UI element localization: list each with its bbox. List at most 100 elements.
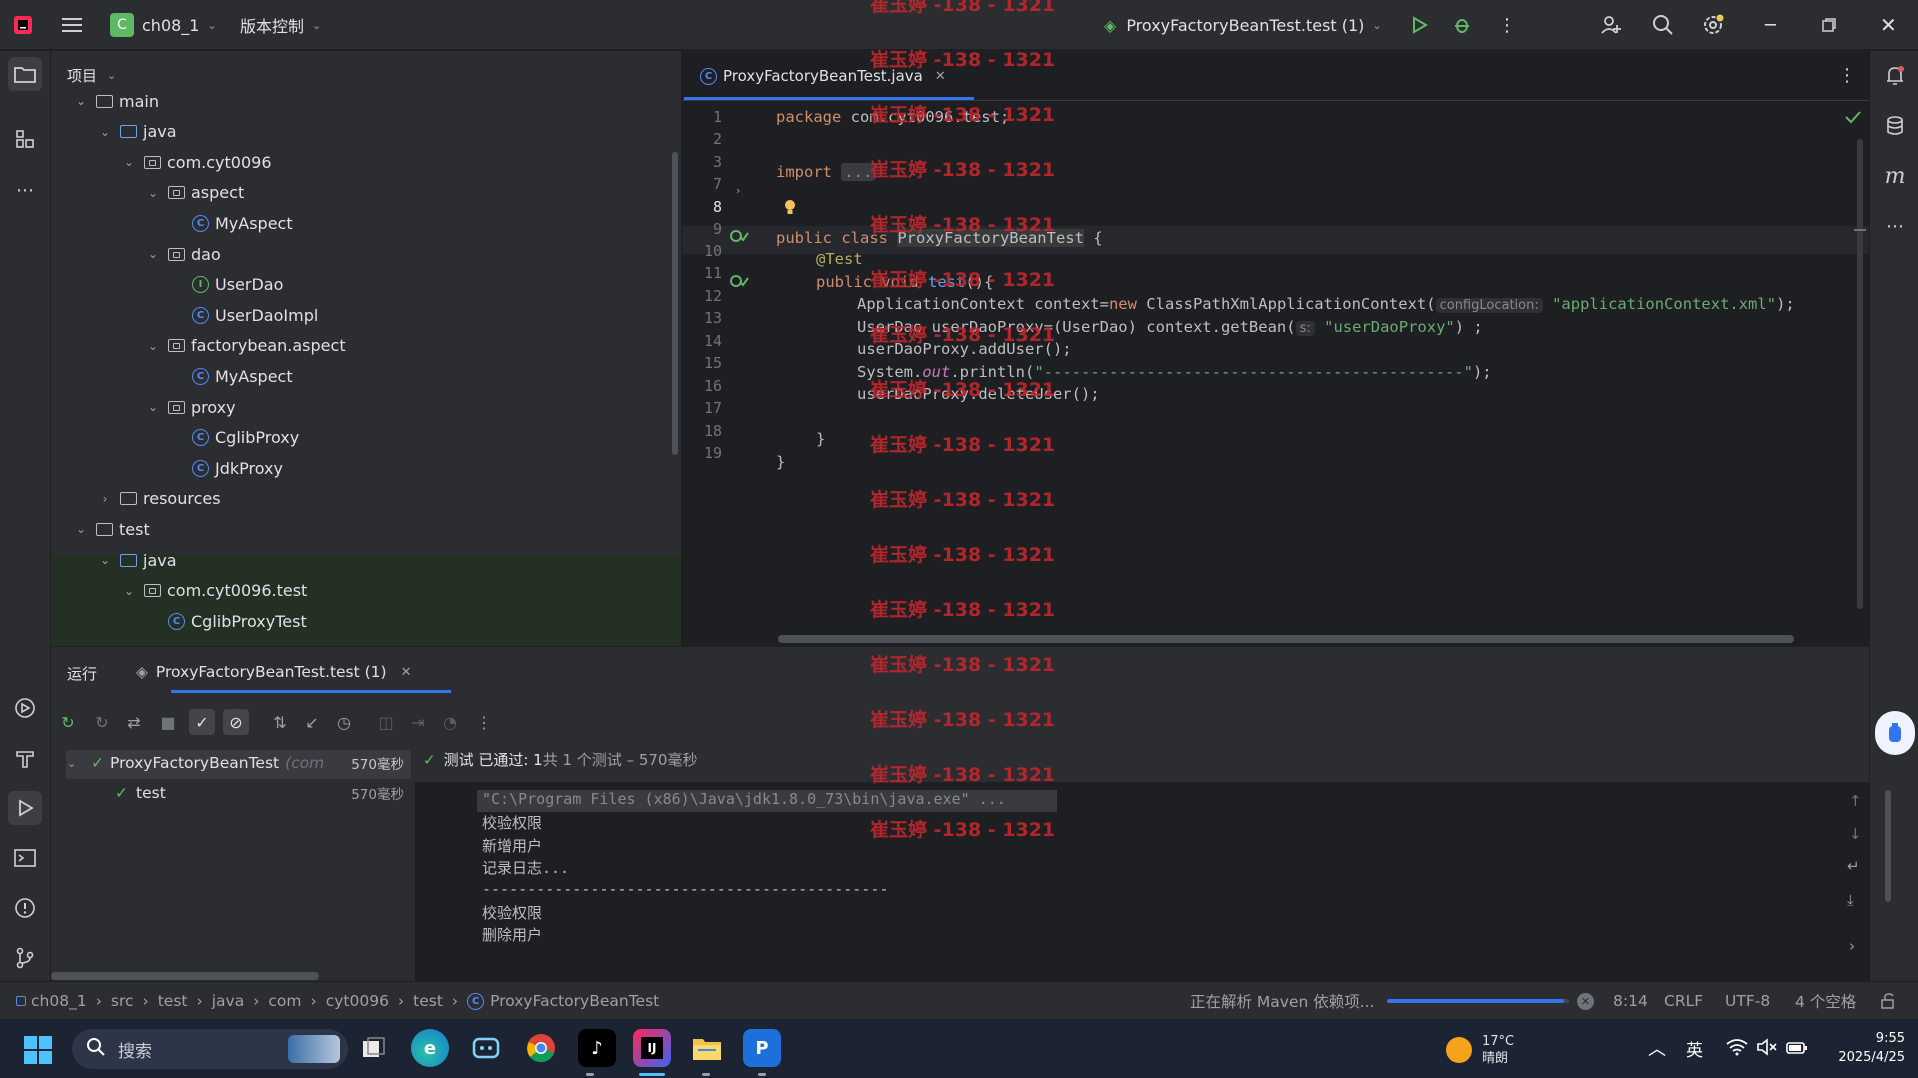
- tree-item[interactable]: ⌄ aspect: [146, 178, 244, 208]
- scroll-up-icon[interactable]: ↑: [1849, 792, 1862, 810]
- services-tool-icon[interactable]: [8, 691, 42, 725]
- sort-alpha-icon[interactable]: ⇅: [267, 709, 293, 735]
- code-line-14[interactable]: System.out.println("--------------------…: [857, 363, 1492, 381]
- tree-item[interactable]: ⌄ main: [74, 86, 159, 116]
- wifi-icon[interactable]: [1726, 1038, 1748, 1060]
- weather-widget[interactable]: 17°C 晴朗: [1446, 1033, 1514, 1067]
- chevron-down-icon[interactable]: ⌄: [146, 339, 160, 353]
- terminal-tool-icon[interactable]: [8, 841, 42, 875]
- database-tool-icon[interactable]: [1878, 109, 1912, 143]
- more-actions-icon[interactable]: ⋮: [471, 709, 497, 735]
- show-hidden-icons-chevron-icon[interactable]: ︿: [1648, 1035, 1666, 1061]
- editor-more-icon[interactable]: ⋮: [1838, 65, 1856, 86]
- scroll-down-icon[interactable]: ↓: [1849, 825, 1862, 843]
- fold-arrow-icon[interactable]: ›: [736, 184, 740, 197]
- tree-item[interactable]: C MyAspect: [170, 361, 293, 391]
- console-output[interactable]: "C:\Program Files (x86)\Java\jdk1.8.0_73…: [415, 782, 1891, 982]
- tiktok-app-icon[interactable]: ♪: [578, 1029, 616, 1067]
- test-row-test[interactable]: ✓ test 570毫秒: [91, 784, 410, 803]
- background-task-label[interactable]: 正在解析 Maven 依赖项...: [1190, 982, 1375, 1020]
- project-switcher[interactable]: C ch08_1 ⌄: [110, 0, 217, 50]
- tree-item[interactable]: ⌄ test: [74, 514, 150, 544]
- chevron-down-icon[interactable]: ⌄: [122, 584, 136, 598]
- expand-arrow-icon[interactable]: ›: [1849, 937, 1855, 955]
- lightbulb-icon[interactable]: [783, 198, 797, 220]
- console-scrollbar[interactable]: [1885, 790, 1891, 902]
- chrome-browser-icon[interactable]: [522, 1029, 560, 1067]
- run-config-selector[interactable]: ◈ ProxyFactoryBeanTest.test (1) ⌄: [1104, 0, 1382, 50]
- code-line-18[interactable]: }: [776, 453, 785, 471]
- task-view-icon[interactable]: [355, 1029, 393, 1067]
- tree-item[interactable]: ⌄ factorybean.aspect: [146, 331, 346, 361]
- breadcrumb-item[interactable]: test: [413, 992, 443, 1010]
- folded-imports[interactable]: ...: [841, 163, 876, 181]
- indent-setting[interactable]: 4 个空格: [1795, 982, 1856, 1020]
- restore-icon[interactable]: [1822, 0, 1836, 50]
- rerun-failed-icon[interactable]: ↻: [89, 709, 115, 735]
- file-explorer-icon[interactable]: [688, 1029, 726, 1067]
- scroll-to-end-icon[interactable]: ⤓: [1847, 891, 1854, 909]
- test-tree-scrollbar[interactable]: [51, 972, 319, 980]
- rerun-icon[interactable]: ↻: [55, 709, 81, 735]
- close-tab-icon[interactable]: ✕: [935, 69, 946, 84]
- chevron-down-icon[interactable]: ⌄: [146, 186, 160, 200]
- breadcrumb-item[interactable]: ch08_1: [31, 992, 87, 1010]
- minimize-icon[interactable]: ─: [1765, 0, 1776, 50]
- taskbar-search[interactable]: 搜索: [72, 1029, 348, 1069]
- structure-tool-icon[interactable]: [8, 122, 42, 156]
- battery-icon[interactable]: [1786, 1038, 1808, 1060]
- edge-browser-icon[interactable]: e: [411, 1029, 449, 1067]
- code-line-13[interactable]: userDaoProxy.addUser();: [857, 340, 1072, 358]
- more-actions-icon[interactable]: ⋮: [1498, 0, 1516, 50]
- add-user-icon[interactable]: [1600, 0, 1622, 50]
- test-history-icon[interactable]: ◷: [331, 709, 357, 735]
- run-icon[interactable]: [1410, 0, 1428, 50]
- close-tab-icon[interactable]: ✕: [401, 665, 412, 680]
- run-tab-label[interactable]: 运行: [67, 663, 97, 684]
- intellij-taskbar-icon[interactable]: IJ: [633, 1029, 671, 1067]
- breadcrumb-item[interactable]: ProxyFactoryBeanTest: [490, 992, 659, 1010]
- close-window-icon[interactable]: ✕: [1880, 0, 1897, 50]
- chevron-down-icon[interactable]: ⌄: [146, 247, 160, 261]
- tree-item[interactable]: ⌄ proxy: [146, 392, 236, 422]
- cancel-task-icon[interactable]: ✕: [1577, 982, 1594, 1020]
- chevron-down-icon[interactable]: ⌄: [146, 400, 160, 414]
- more-tools-icon[interactable]: ⋯: [1878, 209, 1912, 243]
- intellij-logo-icon[interactable]: [12, 0, 34, 50]
- chevron-down-icon[interactable]: ⌄: [122, 155, 136, 169]
- ai-assistant-icon[interactable]: [1875, 711, 1915, 755]
- soft-wrap-icon[interactable]: ↵: [1847, 857, 1860, 875]
- code-line-8[interactable]: public class ProxyFactoryBeanTest {: [776, 229, 1103, 247]
- breadcrumb-item[interactable]: src: [111, 992, 134, 1010]
- tree-item[interactable]: › resources: [98, 484, 221, 514]
- chevron-down-icon[interactable]: ⌄: [74, 94, 88, 108]
- run-tool-icon[interactable]: [8, 791, 42, 825]
- p-app-icon[interactable]: P: [743, 1029, 781, 1067]
- tree-item[interactable]: ⌄ com.cyt0096.test: [122, 576, 307, 606]
- code-line-15[interactable]: userDaoProxy.deleteUser();: [857, 385, 1100, 403]
- tree-item[interactable]: C CglibProxy: [170, 423, 299, 453]
- maven-tool-icon[interactable]: m: [1878, 159, 1912, 193]
- problems-tool-icon[interactable]: [8, 891, 42, 925]
- run-test-gutter-icon[interactable]: [729, 272, 749, 294]
- readonly-lock-icon[interactable]: [1880, 982, 1896, 1020]
- project-tool-icon[interactable]: [8, 57, 42, 91]
- import-tests-icon[interactable]: ↙: [299, 709, 325, 735]
- coverage-icon[interactable]: ◔: [437, 709, 463, 735]
- git-tool-icon[interactable]: [8, 941, 42, 975]
- editor-tab-proxyfactorybeantest[interactable]: C ProxyFactoryBeanTest.java ✕: [684, 51, 962, 101]
- file-encoding[interactable]: UTF-8: [1725, 982, 1770, 1020]
- tree-item[interactable]: ⌄ dao: [146, 239, 221, 269]
- search-icon[interactable]: [1652, 0, 1674, 50]
- chevron-down-icon[interactable]: ⌄: [74, 522, 88, 536]
- caret-position[interactable]: 8:14: [1613, 982, 1648, 1020]
- show-passed-icon[interactable]: ✓: [189, 709, 215, 735]
- code-line-9[interactable]: @Test: [816, 250, 863, 268]
- settings-gear-icon[interactable]: [1701, 0, 1725, 50]
- volume-muted-icon[interactable]: [1756, 1038, 1778, 1060]
- chevron-down-icon[interactable]: ⌄: [98, 553, 112, 567]
- stop-icon[interactable]: ■: [155, 709, 181, 735]
- copilot-app-icon[interactable]: [467, 1029, 505, 1067]
- tree-item[interactable]: C JdkProxy: [170, 453, 283, 483]
- tree-item[interactable]: ⌄ com.cyt0096: [122, 147, 272, 177]
